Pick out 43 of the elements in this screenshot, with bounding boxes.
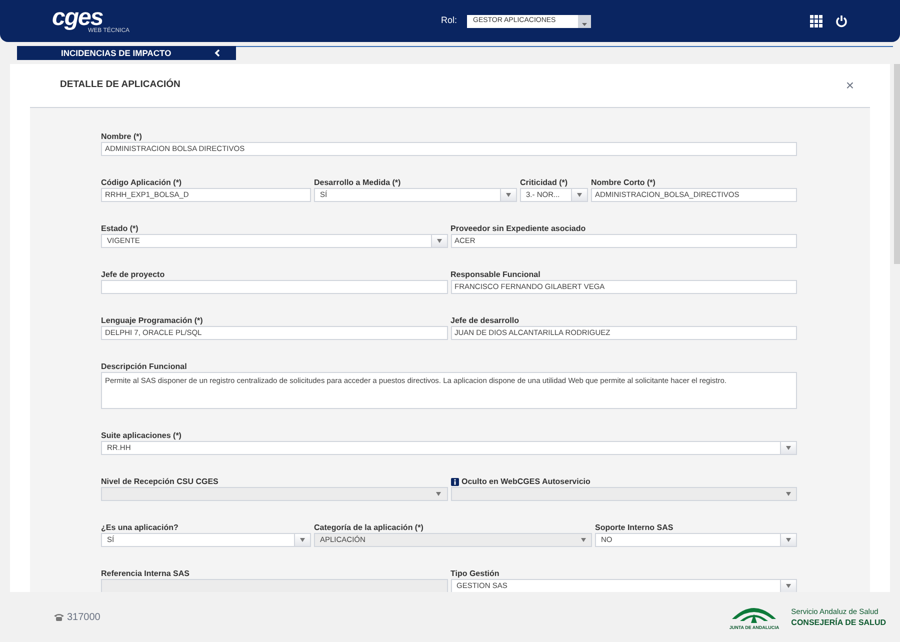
- field-label: Estado (*): [101, 222, 138, 234]
- field-label: Desarrollo a Medida (*): [314, 176, 401, 188]
- field-label: ¿Es una aplicación?: [101, 522, 178, 534]
- field-label: Oculto en WebCGES Autoservicio: [462, 476, 590, 488]
- dropdown-caret-icon: [577, 193, 582, 197]
- field-label: Criticidad (*): [520, 176, 568, 188]
- field-label: Responsable Funcional: [450, 268, 540, 280]
- apps-grid-icon[interactable]: [810, 14, 823, 28]
- dropdown-caret-icon: [436, 492, 441, 496]
- field-label: Nombre (*): [101, 130, 142, 142]
- dropdown-caret-icon: [506, 193, 511, 197]
- field-label: Nombre Corto (*): [591, 176, 656, 188]
- field-label: Proveedor sin Expediente asociado: [450, 222, 586, 234]
- power-icon[interactable]: [835, 14, 848, 28]
- close-button[interactable]: ×: [846, 75, 854, 96]
- field-label: Código Aplicación (*): [101, 176, 182, 188]
- field-label: Jefe de desarrollo: [450, 314, 519, 326]
- section-tab[interactable]: INCIDENCIAS DE IMPACTO: [17, 46, 236, 60]
- dropdown-caret-icon: [786, 584, 791, 588]
- dropdown-caret-icon: [300, 538, 305, 542]
- chevron-left-icon: [214, 49, 220, 57]
- role-label: Rol:: [440, 14, 457, 28]
- dropdown-caret-icon: [786, 492, 790, 496]
- field-label: Soporte Interno SAS: [595, 522, 674, 534]
- field-label: Jefe de proyecto: [101, 268, 165, 280]
- field-label: Referencia Interna SAS: [101, 568, 190, 580]
- field-label: Descripción Funcional: [101, 360, 187, 372]
- field-label: Tipo Gestión: [450, 568, 500, 580]
- field-label: Nivel de Recepción CSU CGES: [101, 476, 218, 488]
- dropdown-caret-icon: [786, 446, 791, 450]
- dropdown-caret-icon: [582, 22, 587, 26]
- dropdown-caret-icon: [786, 538, 791, 542]
- dialog-title: DETALLE DE APLICACIÓN: [60, 78, 180, 92]
- field-label: Suite aplicaciones (*): [101, 430, 182, 442]
- logo: cges: [52, 8, 103, 28]
- dropdown-caret-icon: [580, 538, 586, 542]
- field-label: Lenguaje Programación (*): [101, 314, 203, 326]
- phone-number: 317000: [67, 610, 100, 624]
- ministry-name: CONSEJERÍA DE SALUD: [791, 617, 886, 628]
- field-label: Categoría de la aplicación (*): [314, 522, 424, 534]
- input-field[interactable]: [101, 280, 448, 294]
- dropdown-caret-icon: [436, 239, 442, 243]
- phone-icon: [54, 613, 64, 621]
